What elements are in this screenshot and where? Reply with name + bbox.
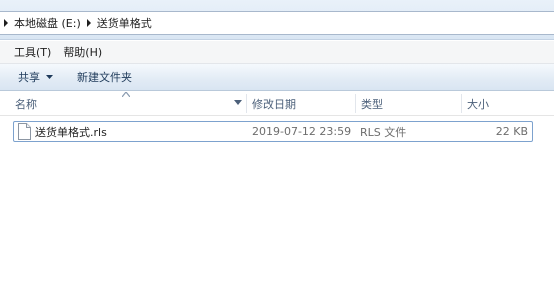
file-icon xyxy=(18,123,31,140)
menu-bar: 工具(T) 帮助(H) xyxy=(0,41,554,64)
menu-tools[interactable]: 工具(T) xyxy=(8,44,57,60)
command-bar: 共享 新建文件夹 xyxy=(0,64,554,91)
column-header-name[interactable]: 名称 xyxy=(15,91,245,116)
column-headers: 名称 修改日期 类型 大小 xyxy=(0,91,554,116)
column-divider[interactable] xyxy=(246,94,247,113)
column-header-modified-label: 修改日期 xyxy=(252,97,296,111)
address-bar: 本地磁盘 (E:) 送货单格式 xyxy=(0,0,554,40)
breadcrumb-drive[interactable]: 本地磁盘 (E:) xyxy=(12,15,83,31)
column-filter-dropdown-icon[interactable] xyxy=(234,100,242,105)
column-header-type[interactable]: 类型 xyxy=(361,91,461,116)
breadcrumb[interactable]: 本地磁盘 (E:) 送货单格式 xyxy=(0,11,554,35)
column-divider[interactable] xyxy=(461,94,462,113)
new-folder-button[interactable]: 新建文件夹 xyxy=(77,69,132,85)
breadcrumb-folder[interactable]: 送货单格式 xyxy=(95,15,154,31)
column-divider[interactable] xyxy=(355,94,356,113)
file-type: RLS 文件 xyxy=(360,125,407,139)
share-label: 共享 xyxy=(18,71,40,84)
file-row[interactable]: 送货单格式.rls 2019-07-12 23:59 RLS 文件 22 KB xyxy=(13,121,533,142)
chevron-down-icon xyxy=(46,75,53,79)
file-size: 22 KB xyxy=(495,125,528,138)
file-modified: 2019-07-12 23:59 xyxy=(252,125,352,138)
share-button[interactable]: 共享 xyxy=(18,69,53,85)
column-header-type-label: 类型 xyxy=(361,97,383,111)
column-header-size-label: 大小 xyxy=(467,97,489,111)
file-name: 送货单格式.rls xyxy=(35,125,107,139)
column-header-size[interactable]: 大小 xyxy=(467,91,547,116)
menu-help[interactable]: 帮助(H) xyxy=(57,44,108,60)
breadcrumb-root-arrow-icon[interactable] xyxy=(0,12,12,34)
breadcrumb-separator-icon[interactable] xyxy=(83,12,95,34)
column-header-modified[interactable]: 修改日期 xyxy=(252,91,352,116)
column-header-name-label: 名称 xyxy=(15,97,37,111)
explorer-window: 本地磁盘 (E:) 送货单格式 工具(T) 帮助(H) 共享 新建文件夹 名称 … xyxy=(0,0,554,292)
